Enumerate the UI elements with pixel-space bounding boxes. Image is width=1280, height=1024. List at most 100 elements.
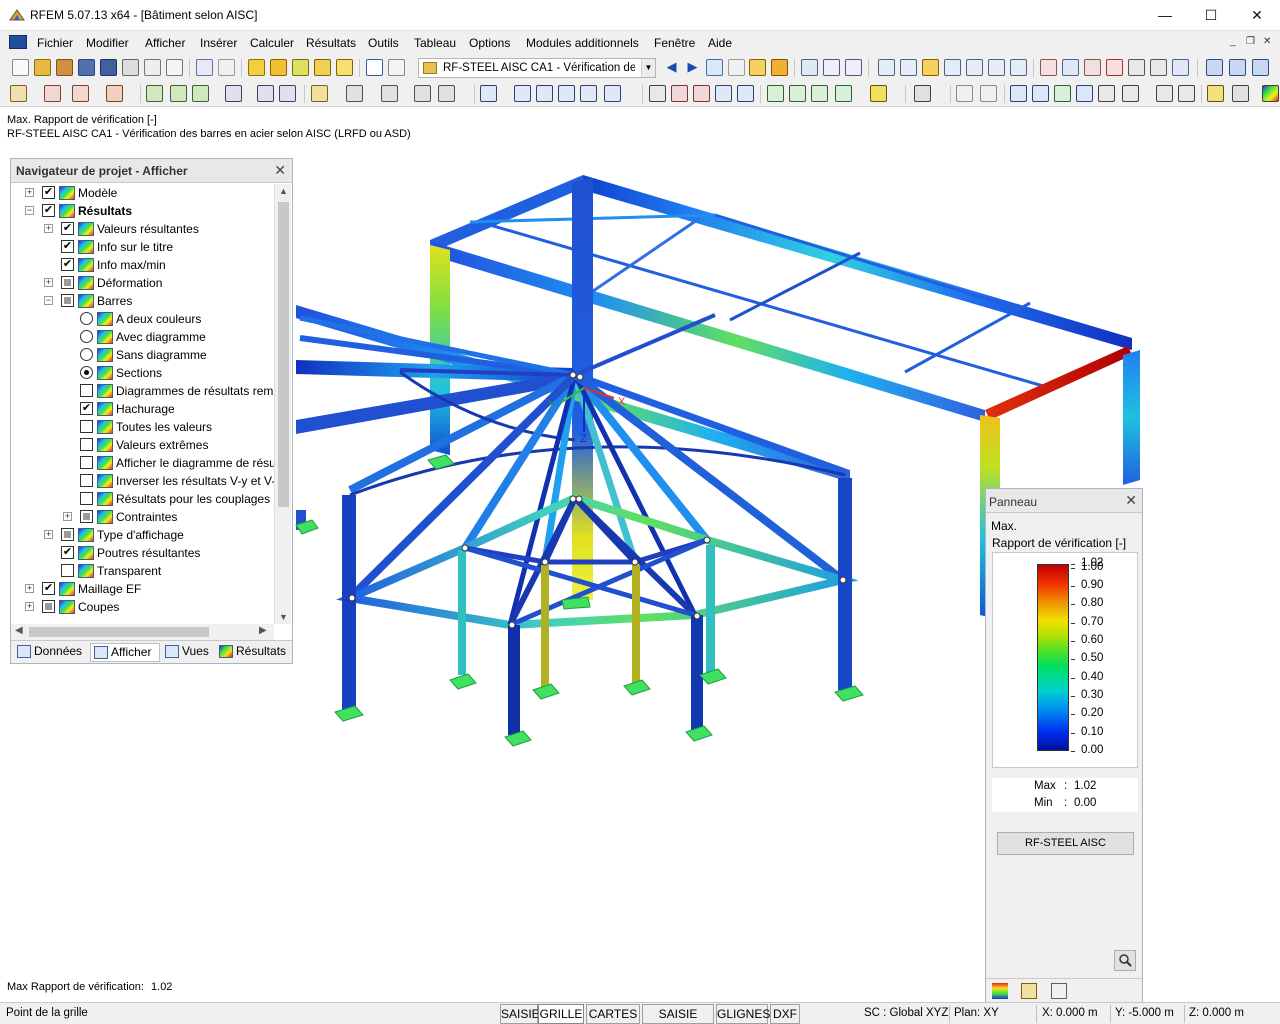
max-values-icon[interactable] bbox=[771, 59, 788, 76]
tool-6-icon[interactable] bbox=[1150, 59, 1167, 76]
settings-icon[interactable] bbox=[1232, 85, 1249, 102]
tool-1-icon[interactable] bbox=[1040, 59, 1057, 76]
navigator-close-icon[interactable]: ✕ bbox=[274, 162, 286, 179]
tree-item[interactable]: A deux couleurs bbox=[11, 310, 274, 328]
values-icon[interactable] bbox=[728, 59, 745, 76]
model-4-icon[interactable] bbox=[558, 85, 575, 102]
tree-item[interactable]: Afficher le diagramme de résu bbox=[11, 454, 274, 472]
tree-item[interactable]: + ✔ Maillage EF bbox=[11, 580, 274, 598]
export-2-icon[interactable] bbox=[1229, 59, 1246, 76]
axis-iso-icon[interactable] bbox=[835, 85, 852, 102]
view-5-icon[interactable] bbox=[966, 59, 983, 76]
status-dxf-button[interactable]: DXF bbox=[770, 1004, 800, 1024]
open-folder-icon[interactable] bbox=[34, 59, 51, 76]
tree-item[interactable]: − Barres bbox=[11, 292, 274, 310]
results-icon[interactable] bbox=[314, 59, 331, 76]
delete-icon[interactable] bbox=[1106, 59, 1123, 76]
menu-afficher[interactable]: Afficher bbox=[145, 36, 185, 50]
checkbox[interactable]: ✔ bbox=[61, 258, 74, 271]
next-icon[interactable]: ▶ bbox=[684, 59, 701, 76]
tab-donnees[interactable]: Données bbox=[14, 643, 88, 662]
mdi-document-icon[interactable] bbox=[9, 35, 27, 49]
status-saisie-obj-button[interactable]: SAISIE D'OB. bbox=[642, 1004, 714, 1024]
model-6-icon[interactable] bbox=[604, 85, 621, 102]
tree-item[interactable]: + Coupes bbox=[11, 598, 274, 616]
select-4-icon[interactable] bbox=[414, 85, 431, 102]
tab-vues[interactable]: Vues bbox=[162, 643, 214, 662]
checkbox[interactable] bbox=[80, 456, 93, 469]
panel-close-icon[interactable]: ✕ bbox=[1125, 492, 1137, 509]
support-icon[interactable] bbox=[106, 85, 123, 102]
tree-item[interactable]: Transparent bbox=[11, 562, 274, 580]
display-icon[interactable] bbox=[914, 85, 931, 102]
snap-3-icon[interactable] bbox=[279, 85, 296, 102]
menu-inserer[interactable]: Insérer bbox=[200, 36, 237, 50]
export-3-icon[interactable] bbox=[1252, 59, 1269, 76]
checkbox[interactable] bbox=[80, 384, 93, 397]
model-2-icon[interactable] bbox=[514, 85, 531, 102]
checkbox[interactable] bbox=[61, 294, 74, 307]
copy-icon[interactable] bbox=[336, 59, 353, 76]
menu-fenetre[interactable]: Fenêtre bbox=[654, 36, 695, 50]
mdi-close-button[interactable]: ✕ bbox=[1263, 36, 1271, 47]
select-1-icon[interactable] bbox=[311, 85, 328, 102]
navigator-vertical-scrollbar[interactable]: ▲ ▼ bbox=[274, 184, 291, 624]
model-1-icon[interactable] bbox=[480, 85, 497, 102]
expand-icon[interactable]: + bbox=[63, 512, 72, 521]
dim-1-icon[interactable] bbox=[956, 85, 973, 102]
menu-fichier[interactable]: Fichier bbox=[37, 36, 73, 50]
collapse-icon[interactable]: − bbox=[44, 296, 53, 305]
show-results-icon[interactable] bbox=[706, 59, 723, 76]
select-2-icon[interactable] bbox=[346, 85, 363, 102]
color-scale-icon[interactable] bbox=[1262, 85, 1279, 102]
section-icon[interactable] bbox=[845, 59, 862, 76]
tree-item[interactable]: ✔ Poutres résultantes bbox=[11, 544, 274, 562]
expand-icon[interactable]: + bbox=[44, 530, 53, 539]
checkbox[interactable] bbox=[61, 564, 74, 577]
expand-icon[interactable]: + bbox=[25, 602, 34, 611]
scroll-down-icon[interactable]: ▼ bbox=[275, 612, 292, 622]
filter-icon[interactable] bbox=[870, 85, 887, 102]
h-scroll-thumb[interactable] bbox=[29, 627, 209, 637]
grid-icon[interactable] bbox=[388, 59, 405, 76]
maximize-button[interactable]: ☐ bbox=[1188, 0, 1234, 31]
export-1-icon[interactable] bbox=[1206, 59, 1223, 76]
model-5-icon[interactable] bbox=[580, 85, 597, 102]
rf-steel-aisc-button[interactable]: RF-STEEL AISC bbox=[997, 832, 1134, 855]
tree-item[interactable]: + ✔ Valeurs résultantes bbox=[11, 220, 274, 238]
tree-item[interactable]: + Type d'affichage bbox=[11, 526, 274, 544]
expand-icon[interactable]: + bbox=[44, 224, 53, 233]
tab-afficher[interactable]: Afficher bbox=[90, 643, 160, 662]
tool-3-icon[interactable] bbox=[1084, 59, 1101, 76]
tree-item[interactable]: Sans diagramme bbox=[11, 346, 274, 364]
target-icon[interactable] bbox=[292, 59, 309, 76]
color-scale-tab-icon[interactable] bbox=[992, 983, 1008, 999]
animation-icon[interactable] bbox=[801, 59, 818, 76]
zoom-icon[interactable] bbox=[1114, 950, 1136, 971]
tool-2-icon[interactable] bbox=[1062, 59, 1079, 76]
tree-item[interactable]: Sections bbox=[11, 364, 274, 382]
select-3-icon[interactable] bbox=[381, 85, 398, 102]
menu-aide[interactable]: Aide bbox=[708, 36, 732, 50]
panel-toggle-icon[interactable] bbox=[1207, 85, 1224, 102]
grid-8-icon[interactable] bbox=[1178, 85, 1195, 102]
tool-7-icon[interactable] bbox=[1172, 59, 1189, 76]
grid-2-icon[interactable] bbox=[1032, 85, 1049, 102]
tree-item[interactable]: ✔ Hachurage bbox=[11, 400, 274, 418]
model-3-icon[interactable] bbox=[536, 85, 553, 102]
minimize-button[interactable]: — bbox=[1142, 0, 1188, 31]
checkbox[interactable] bbox=[61, 276, 74, 289]
tree-item[interactable]: + ✔ Modèle bbox=[11, 184, 274, 202]
open-project-icon[interactable] bbox=[56, 59, 73, 76]
render-1-icon[interactable] bbox=[649, 85, 666, 102]
line-icon[interactable] bbox=[44, 85, 61, 102]
render-5-icon[interactable] bbox=[737, 85, 754, 102]
save-icon[interactable] bbox=[100, 59, 117, 76]
new-file-icon[interactable] bbox=[12, 59, 29, 76]
tab-resultats[interactable]: Résultats bbox=[216, 643, 292, 662]
grid-7-icon[interactable] bbox=[1156, 85, 1173, 102]
menu-modifier[interactable]: Modifier bbox=[86, 36, 129, 50]
member-icon[interactable] bbox=[72, 85, 89, 102]
tree-item[interactable]: Valeurs extrêmes bbox=[11, 436, 274, 454]
tree-item[interactable]: − ✔ Résultats bbox=[11, 202, 274, 220]
